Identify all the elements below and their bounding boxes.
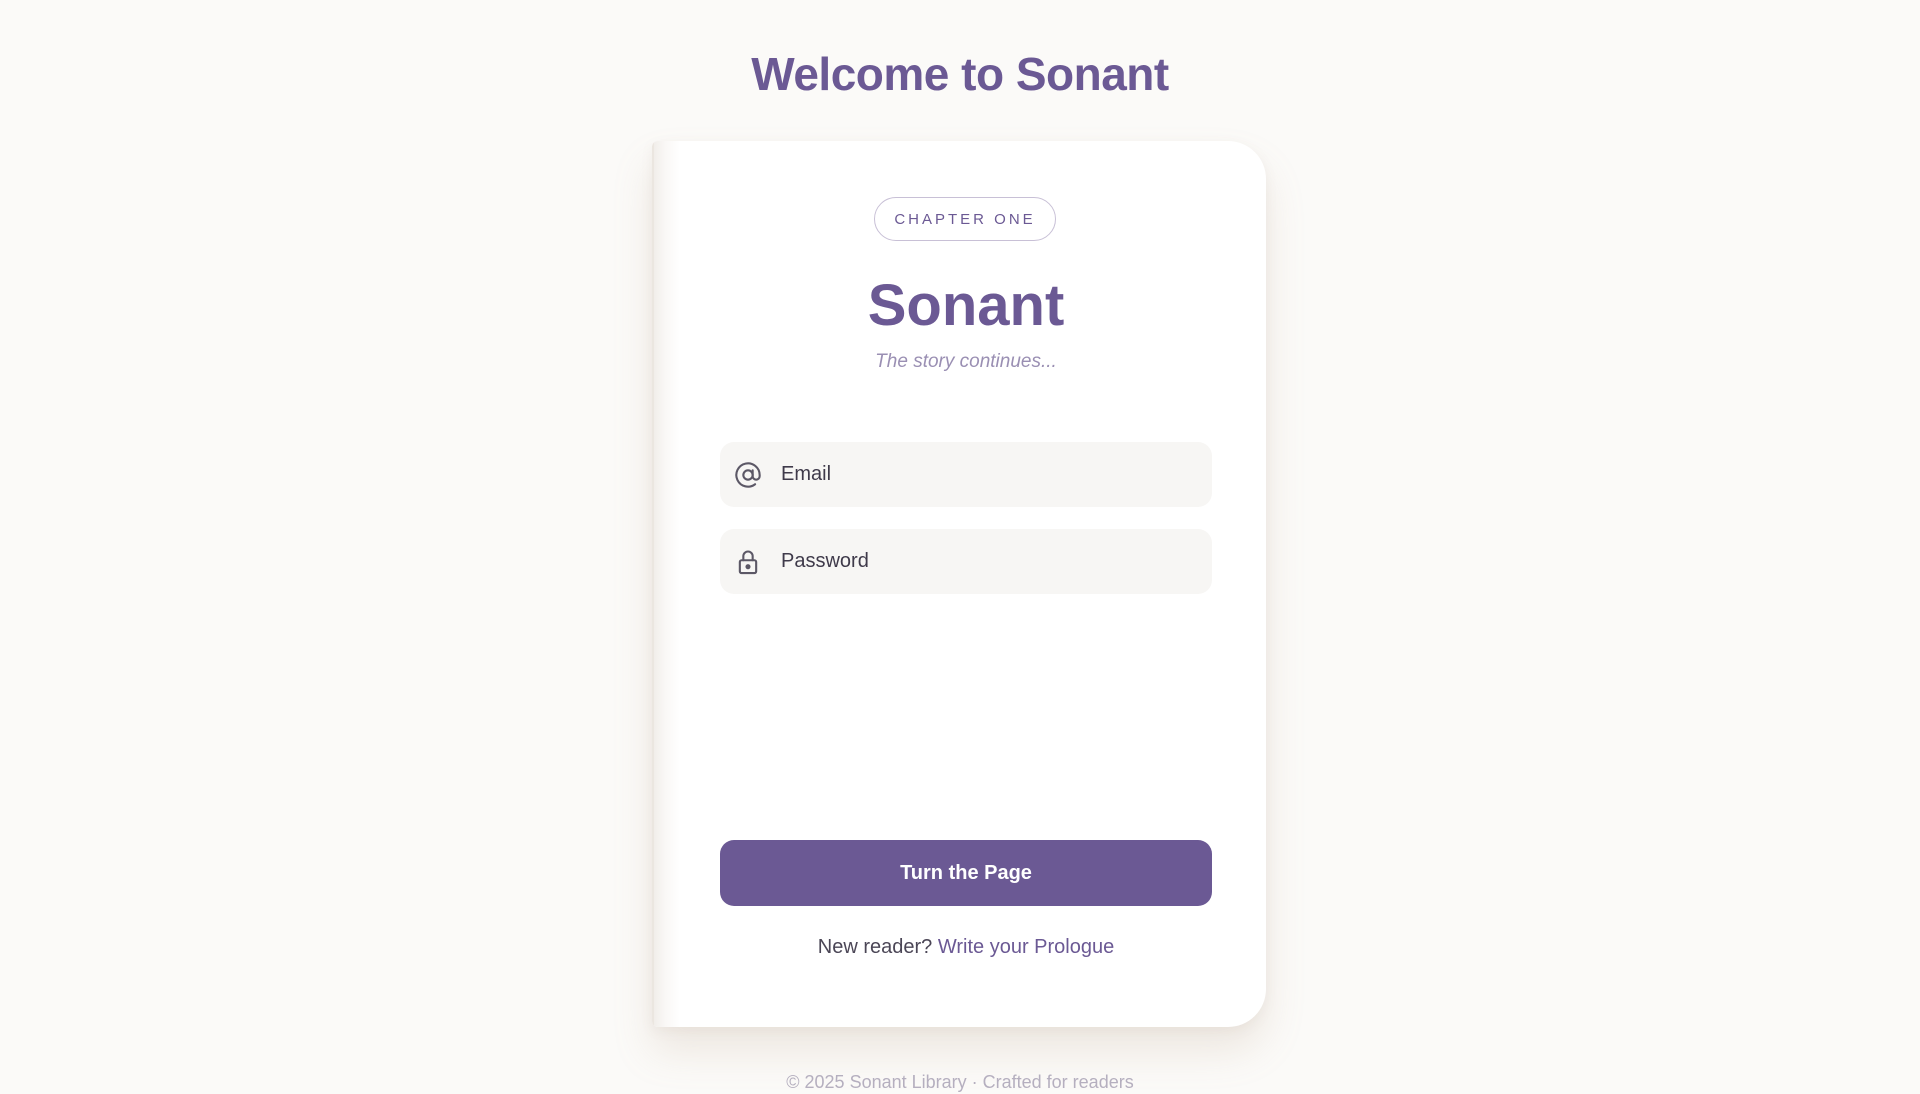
signup-prompt-text: New reader? <box>817 936 933 958</box>
email-input[interactable] <box>781 442 1212 507</box>
page-heading: Welcome to Sonant <box>751 48 1169 100</box>
chapter-badge: CHAPTER ONE <box>874 197 1056 241</box>
email-field[interactable] <box>720 442 1212 507</box>
brand-tagline: The story continues... <box>875 351 1057 372</box>
password-input[interactable] <box>781 529 1212 594</box>
write-your-prologue-link[interactable]: Write your Prologue <box>938 936 1114 958</box>
at-sign-icon <box>733 460 763 490</box>
lock-icon <box>733 547 763 577</box>
turn-the-page-button[interactable]: Turn the Page <box>720 840 1212 906</box>
password-field[interactable] <box>720 529 1212 594</box>
footer-copyright: © 2025 Sonant Library · Crafted for read… <box>786 1072 1134 1092</box>
signup-prompt: New reader? Write your Prologue <box>652 936 1266 959</box>
login-card: CHAPTER ONE Sonant The story continues..… <box>652 141 1266 1027</box>
brand-title: Sonant <box>867 273 1065 338</box>
